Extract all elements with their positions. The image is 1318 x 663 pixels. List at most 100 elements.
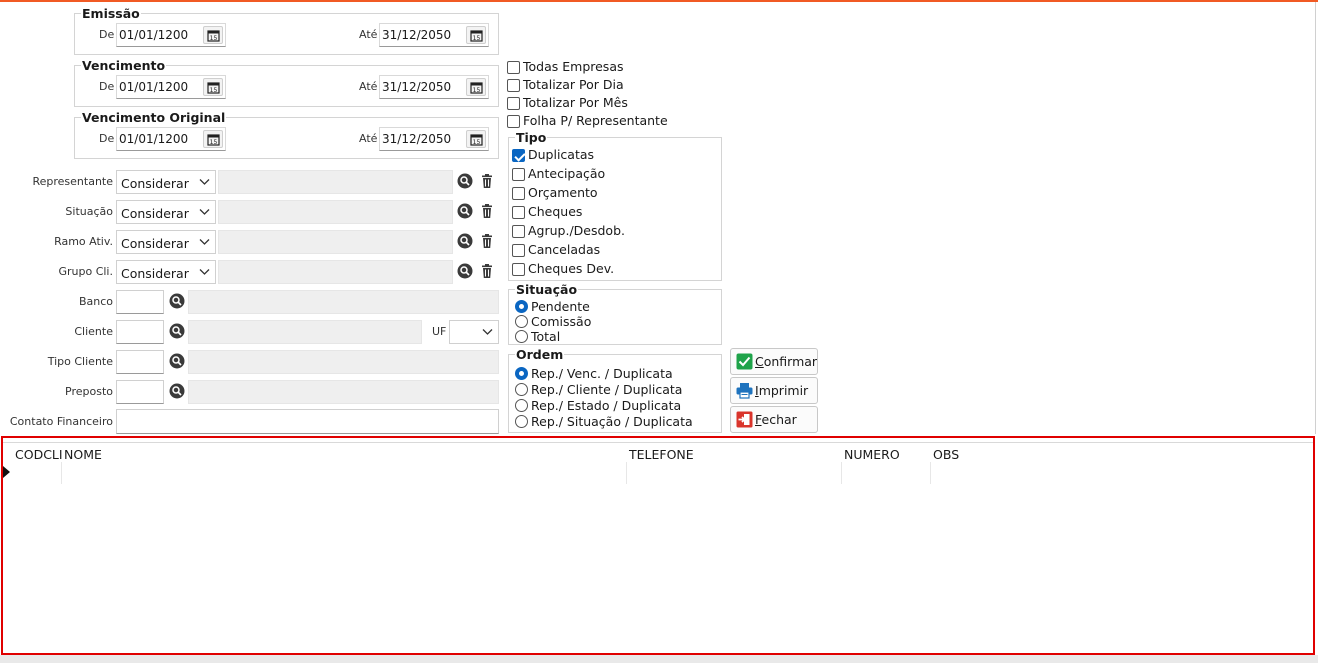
- trash-icon[interactable]: [479, 173, 495, 189]
- radio-dot: [515, 315, 528, 328]
- vencimento-original-de-input[interactable]: 01/01/1200 15: [116, 127, 226, 151]
- representante-select[interactable]: Considerar: [116, 170, 216, 194]
- tipo-cliente-description: [188, 350, 499, 374]
- uf-label: UF: [432, 325, 447, 338]
- preposto-input[interactable]: [116, 380, 164, 404]
- search-icon[interactable]: [457, 233, 473, 249]
- cliente-input[interactable]: [116, 320, 164, 344]
- totalizar-por-mes-label: Totalizar Por Mês: [523, 95, 628, 110]
- vencimento-ate-label: Até: [359, 80, 378, 93]
- search-icon[interactable]: [169, 323, 185, 339]
- checkbox-box: [512, 149, 525, 162]
- radio-dot: [515, 330, 528, 343]
- checkbox-box: [512, 263, 525, 276]
- chevron-down-icon: [199, 179, 210, 185]
- row-indicator-icon: [3, 466, 10, 478]
- emissao-ate-input[interactable]: 31/12/2050 15: [379, 23, 489, 47]
- vencimento-ate-input[interactable]: 31/12/2050 15: [379, 75, 489, 99]
- vencimento-de-input[interactable]: 01/01/1200 15: [116, 75, 226, 99]
- column-header-codcli[interactable]: CODCLI: [15, 447, 63, 462]
- emissao-de-value: 01/01/1200: [119, 28, 189, 42]
- chevron-down-icon: [199, 209, 210, 215]
- calendar-icon: 15: [470, 82, 483, 94]
- representante-description: [218, 170, 453, 194]
- contato-financeiro-input[interactable]: [116, 409, 499, 434]
- tipo-cliente-label: Tipo Cliente: [47, 355, 113, 368]
- radio-dot: [515, 399, 528, 412]
- situacao-label: Situação: [65, 205, 113, 218]
- totalizar-por-dia-label: Totalizar Por Dia: [523, 77, 624, 92]
- emissao-ate-value: 31/12/2050: [382, 28, 452, 42]
- banco-input[interactable]: [116, 290, 164, 314]
- situacao-radio-label: Total: [531, 329, 561, 344]
- vencimento-legend: Vencimento: [82, 58, 166, 73]
- vencimento-original-legend: Vencimento Original: [82, 110, 226, 125]
- vencimento-original-de-value: 01/01/1200: [119, 132, 189, 146]
- tipo-checkbox-label: Duplicatas: [528, 147, 595, 162]
- emissao-de-input[interactable]: 01/01/1200 15: [116, 23, 226, 47]
- tipo-checkbox-label: Orçamento: [528, 185, 598, 200]
- checkbox-box: [512, 168, 525, 181]
- grupo-cli-label: Grupo Cli.: [58, 265, 113, 278]
- trash-icon[interactable]: [479, 263, 495, 279]
- grupo-cli-description: [218, 260, 453, 284]
- tipo-checkbox-label: Cheques: [528, 204, 583, 219]
- search-icon[interactable]: [169, 383, 185, 399]
- calendar-button[interactable]: 15: [466, 78, 486, 96]
- tipo-checkbox-label: Antecipação: [528, 166, 606, 181]
- svg-text:15: 15: [473, 87, 481, 94]
- ramo-ativ-select[interactable]: Considerar: [116, 230, 216, 254]
- imprimir-button[interactable]: Imprimir: [730, 377, 818, 404]
- search-icon[interactable]: [169, 353, 185, 369]
- vencimento-original-de-label: De: [99, 132, 115, 145]
- search-icon[interactable]: [457, 263, 473, 279]
- calendar-button[interactable]: 15: [203, 78, 223, 96]
- column-header-nome[interactable]: NOME: [64, 447, 102, 462]
- grupo-cli-select-value: Considerar: [121, 266, 189, 281]
- emissao-legend: Emissão: [82, 6, 140, 21]
- svg-text:15: 15: [473, 35, 481, 42]
- checkbox-box: [512, 225, 525, 238]
- emissao-ate-label: Até: [359, 28, 378, 41]
- calendar-button[interactable]: 15: [203, 130, 223, 148]
- radio-dot: [515, 383, 528, 396]
- calendar-button[interactable]: 15: [466, 26, 486, 44]
- search-icon[interactable]: [169, 293, 185, 309]
- svg-text:15: 15: [473, 139, 481, 146]
- tipo-cliente-input[interactable]: [116, 350, 164, 374]
- ordem-radio-label: Rep./ Venc. / Duplicata: [531, 366, 673, 381]
- column-header-telefone[interactable]: TELEFONE: [629, 447, 694, 462]
- column-header-obs[interactable]: OBS: [933, 447, 959, 462]
- calendar-button[interactable]: 15: [466, 130, 486, 148]
- right-border: [1315, 2, 1316, 434]
- trash-icon[interactable]: [479, 233, 495, 249]
- checkbox-box: [507, 115, 520, 128]
- ramo-ativ-label: Ramo Ativ.: [54, 235, 113, 248]
- bottom-strip: [0, 655, 1318, 663]
- results-grid[interactable]: CODCLI NOME TELEFONE NUMERO OBS: [1, 436, 1315, 655]
- calendar-icon: 15: [207, 30, 220, 42]
- banco-label: Banco: [78, 295, 113, 308]
- search-icon[interactable]: [457, 203, 473, 219]
- uf-select[interactable]: [449, 320, 499, 344]
- vencimento-de-label: De: [99, 80, 115, 93]
- ordem-radio-label: Rep./ Situação / Duplicata: [531, 414, 693, 429]
- fechar-button[interactable]: Fechar: [730, 406, 818, 433]
- cliente-label: Cliente: [74, 325, 113, 338]
- grid-top-line: [3, 442, 1313, 443]
- confirmar-button[interactable]: Confirmar: [730, 348, 818, 375]
- situacao-radio-legend: Situação: [516, 282, 578, 297]
- radio-dot: [515, 300, 528, 313]
- preposto-label: Preposto: [65, 385, 113, 398]
- situacao-select[interactable]: Considerar: [116, 200, 216, 224]
- vencimento-original-ate-input[interactable]: 31/12/2050 15: [379, 127, 489, 151]
- grupo-cli-select[interactable]: Considerar: [116, 260, 216, 284]
- calendar-button[interactable]: 15: [203, 26, 223, 44]
- folha-representante-label: Folha P/ Representante: [523, 113, 668, 128]
- svg-text:15: 15: [210, 139, 218, 146]
- confirmar-mnemonic: C: [755, 354, 764, 369]
- search-icon[interactable]: [457, 173, 473, 189]
- column-header-numero[interactable]: NUMERO: [844, 447, 900, 462]
- vencimento-de-value: 01/01/1200: [119, 80, 189, 94]
- trash-icon[interactable]: [479, 203, 495, 219]
